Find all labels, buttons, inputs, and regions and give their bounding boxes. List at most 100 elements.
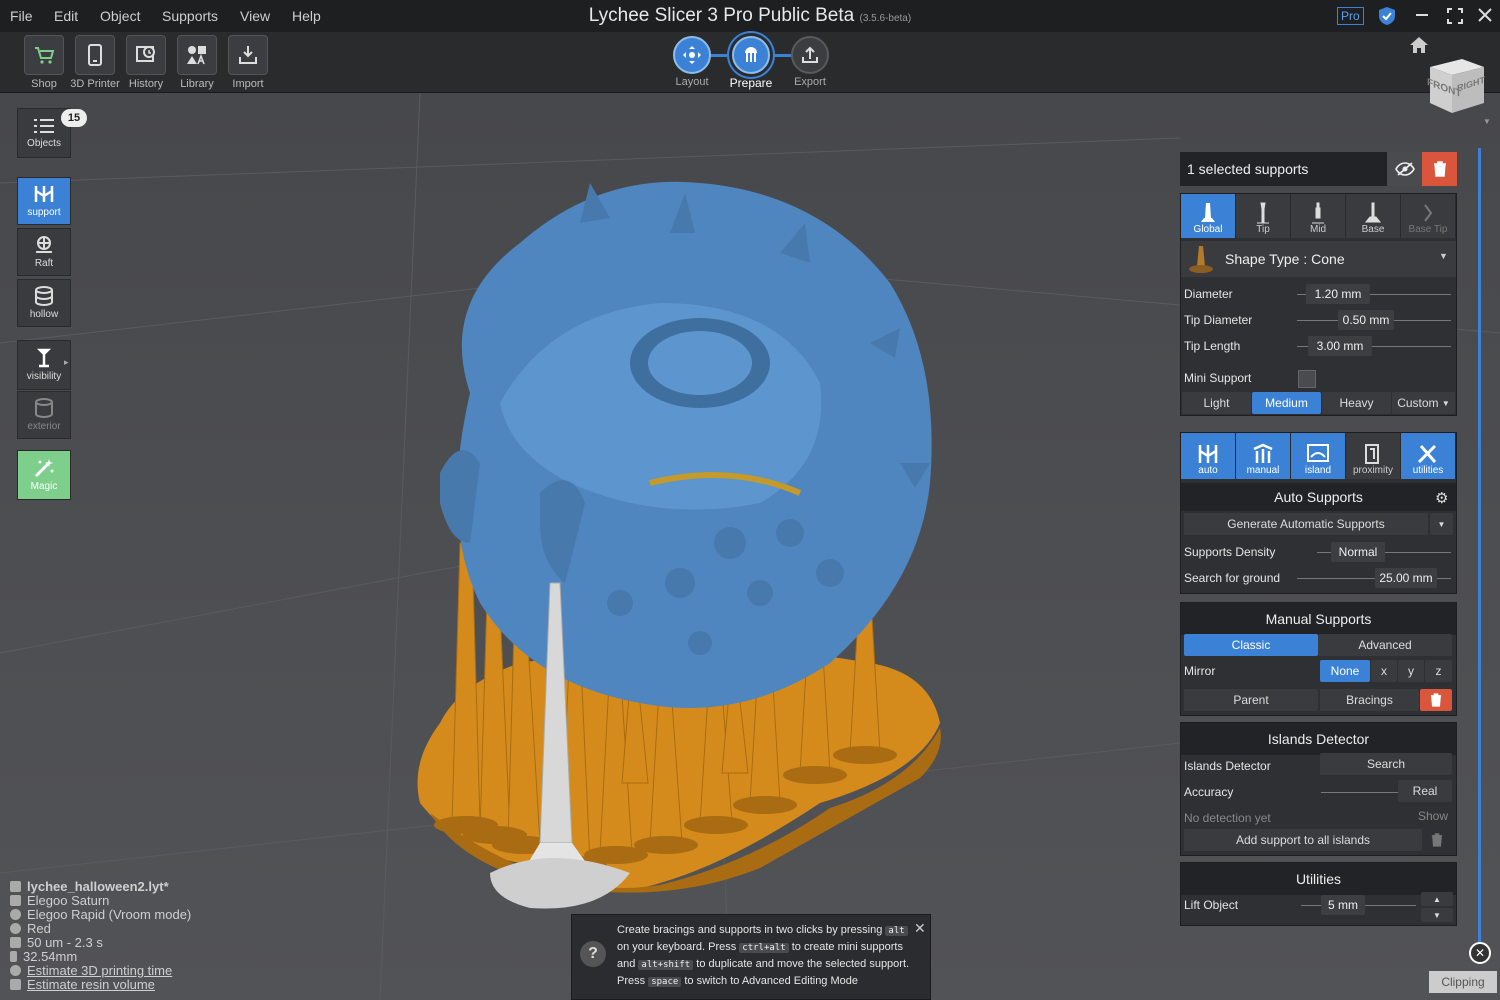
accuracy-value[interactable]: Real bbox=[1398, 780, 1452, 802]
key-space: space bbox=[648, 977, 682, 987]
tab-island[interactable]: island bbox=[1291, 433, 1346, 479]
exterior-icon bbox=[35, 398, 53, 418]
raft-label: Raft bbox=[34, 258, 54, 269]
caret-down-icon: ▼ bbox=[1441, 398, 1450, 408]
preset-custom-dropdown[interactable]: Custom ▼ bbox=[1392, 392, 1455, 414]
lift-value[interactable]: 5 mm bbox=[1321, 895, 1365, 915]
history-icon bbox=[136, 46, 155, 62]
lift-down-icon[interactable]: ▼ bbox=[1421, 908, 1453, 922]
step-prepare[interactable] bbox=[732, 36, 770, 74]
magic-label: Magic bbox=[30, 481, 58, 492]
diameter-label: Diameter bbox=[1184, 287, 1233, 301]
tab-base-tip[interactable]: Base Tip bbox=[1401, 194, 1456, 238]
lift-up-icon[interactable]: ▲ bbox=[1421, 892, 1453, 906]
tab-tip[interactable]: Tip bbox=[1236, 194, 1291, 238]
resin-profile: Elegoo Rapid (Vroom mode) bbox=[10, 907, 191, 922]
ground-value[interactable]: 25.00 mm bbox=[1375, 568, 1437, 588]
tip-diameter-label: Tip Diameter bbox=[1184, 313, 1253, 327]
tab-global[interactable]: Global bbox=[1181, 194, 1236, 238]
diameter-value[interactable]: 1.20 mm bbox=[1306, 284, 1370, 304]
clipping-close-icon[interactable]: ✕ bbox=[1469, 942, 1491, 964]
visibility-tool[interactable]: visibility ▸ bbox=[17, 340, 71, 390]
step-layout[interactable] bbox=[673, 36, 711, 74]
auto-supports-title: Auto Supports bbox=[1181, 483, 1456, 511]
generate-auto-supports-button[interactable]: Generate Automatic Supports bbox=[1184, 513, 1428, 535]
menu-view[interactable]: View bbox=[240, 8, 270, 24]
estimate-resin-link[interactable]: Estimate resin volume bbox=[10, 977, 155, 992]
exterior-label: exterior bbox=[27, 421, 61, 432]
clipping-slider-track[interactable] bbox=[1478, 148, 1481, 950]
import-label: Import bbox=[232, 78, 264, 90]
mirror-z-button[interactable]: z bbox=[1425, 660, 1452, 682]
bracings-button[interactable]: Bracings bbox=[1320, 689, 1419, 711]
classic-mode-button[interactable]: Classic bbox=[1184, 634, 1318, 656]
step-prepare-label: Prepare bbox=[729, 76, 773, 90]
maximize-icon[interactable] bbox=[1447, 8, 1463, 29]
mirror-x-button[interactable]: x bbox=[1371, 660, 1397, 682]
generate-options-caret-icon[interactable]: ▼ bbox=[1430, 513, 1453, 535]
menu-supports[interactable]: Supports bbox=[162, 8, 218, 24]
tab-manual[interactable]: manual bbox=[1236, 433, 1291, 479]
chevron-down-icon[interactable]: ▼ bbox=[1483, 117, 1491, 126]
trash-icon[interactable] bbox=[1431, 832, 1443, 853]
objects-count-badge: 15 bbox=[61, 109, 87, 127]
add-support-all-islands-button[interactable]: Add support to all islands bbox=[1184, 829, 1422, 851]
view-cube[interactable]: FRONT RIGHT bbox=[1424, 53, 1488, 115]
minimize-icon[interactable] bbox=[1416, 14, 1428, 16]
tab-auto[interactable]: auto bbox=[1181, 433, 1236, 479]
show-islands-button[interactable]: Show bbox=[1418, 809, 1448, 823]
tip-length-value[interactable]: 3.00 mm bbox=[1308, 336, 1372, 356]
gear-icon[interactable]: ⚙ bbox=[1435, 489, 1448, 507]
pro-badge: Pro bbox=[1337, 7, 1364, 25]
advanced-mode-button[interactable]: Advanced bbox=[1318, 634, 1452, 656]
menu-help[interactable]: Help bbox=[292, 8, 321, 24]
hollow-tool[interactable]: hollow bbox=[17, 279, 71, 327]
preset-light-button[interactable]: Light bbox=[1182, 392, 1251, 414]
tab-mid[interactable]: Mid bbox=[1291, 194, 1346, 238]
mini-support-checkbox[interactable] bbox=[1298, 370, 1316, 388]
tip-diameter-value[interactable]: 0.50 mm bbox=[1338, 310, 1394, 330]
magic-tool[interactable]: Magic bbox=[17, 450, 71, 500]
hide-button[interactable] bbox=[1387, 152, 1422, 186]
mirror-y-button[interactable]: y bbox=[1398, 660, 1424, 682]
support-shape-panel: Global Tip Mid Base Base Tip Shape Type … bbox=[1180, 193, 1457, 416]
tip-close-icon[interactable]: ✕ bbox=[914, 920, 926, 936]
printer-button[interactable] bbox=[75, 35, 115, 75]
raft-icon bbox=[36, 236, 52, 253]
phone-icon bbox=[88, 44, 102, 66]
chevron-right-icon: ▸ bbox=[64, 357, 69, 367]
library-button[interactable] bbox=[177, 35, 217, 75]
tab-utilities[interactable]: utilities bbox=[1401, 433, 1456, 479]
shop-button[interactable] bbox=[24, 35, 64, 75]
selection-count-label: 1 selected supports bbox=[1180, 152, 1387, 186]
parent-button[interactable]: Parent bbox=[1184, 689, 1318, 711]
support-label: support bbox=[27, 207, 61, 218]
tab-proximity[interactable]: proximity bbox=[1346, 433, 1401, 479]
density-value[interactable]: Normal bbox=[1331, 542, 1385, 562]
islands-search-button[interactable]: Search bbox=[1320, 753, 1452, 775]
tab-base[interactable]: Base bbox=[1346, 194, 1401, 238]
menu-edit[interactable]: Edit bbox=[54, 8, 78, 24]
menu-file[interactable]: File bbox=[10, 8, 33, 24]
clipping-button[interactable]: Clipping bbox=[1429, 971, 1497, 993]
exterior-tool[interactable]: exterior bbox=[17, 391, 71, 439]
delete-selection-button[interactable] bbox=[1422, 152, 1457, 186]
close-icon[interactable] bbox=[1478, 8, 1492, 27]
estimate-time-link[interactable]: Estimate 3D printing time bbox=[10, 963, 172, 978]
menu-object[interactable]: Object bbox=[100, 8, 140, 24]
accuracy-slider[interactable] bbox=[1321, 792, 1401, 793]
shape-type-dropdown[interactable]: Shape Type : Cone ▼ bbox=[1181, 241, 1456, 277]
history-button[interactable] bbox=[126, 35, 166, 75]
raft-tool[interactable]: Raft bbox=[17, 228, 71, 276]
step-export[interactable] bbox=[791, 36, 829, 74]
printer-icon bbox=[10, 895, 21, 906]
support-tool[interactable]: support bbox=[17, 177, 71, 225]
import-button[interactable] bbox=[228, 35, 268, 75]
preset-heavy-button[interactable]: Heavy bbox=[1322, 392, 1391, 414]
utilities-panel: Utilities Lift Object 5 mm ▲ ▼ bbox=[1180, 862, 1457, 926]
trash-icon bbox=[1433, 161, 1446, 177]
delete-bracings-button[interactable] bbox=[1420, 689, 1452, 711]
list-icon bbox=[34, 118, 54, 133]
preset-medium-button[interactable]: Medium bbox=[1252, 392, 1321, 414]
mirror-none-button[interactable]: None bbox=[1320, 660, 1370, 682]
